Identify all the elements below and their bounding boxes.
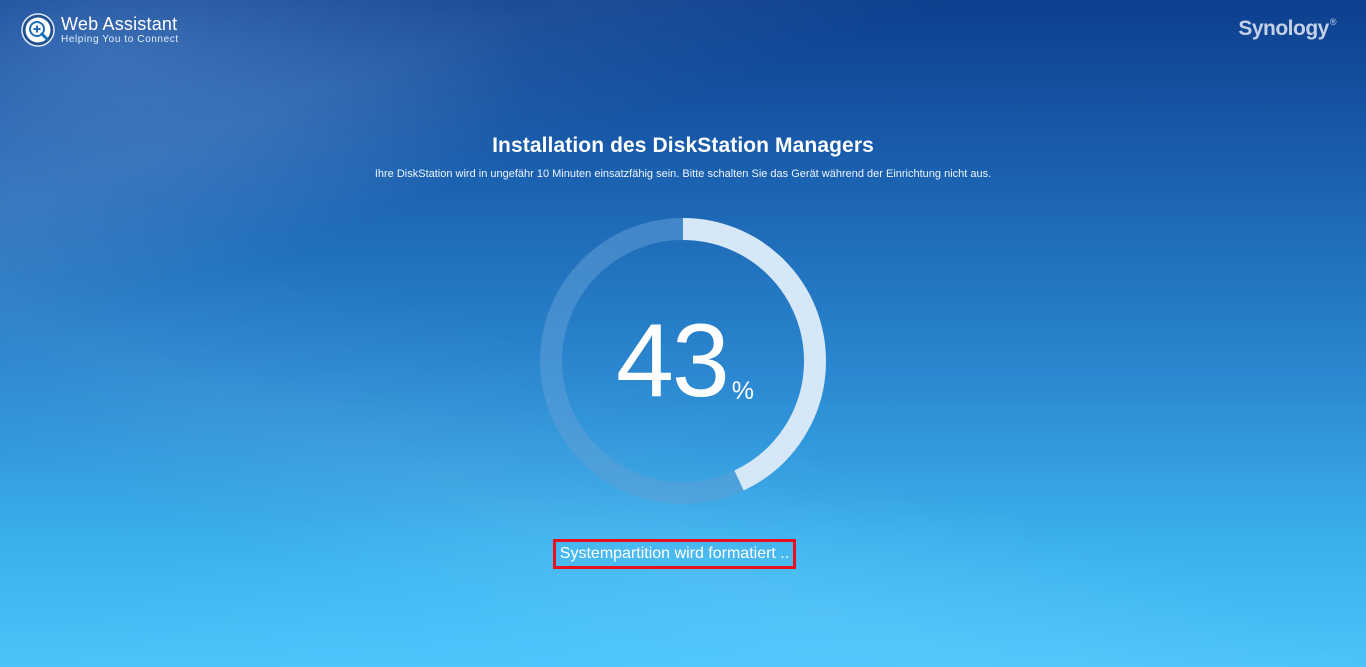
- web-assistant-logo: Web Assistant Helping You to Connect: [21, 13, 179, 47]
- status-text: Systempartition wird formatiert ..: [559, 545, 790, 562]
- brand-name: Synology: [1238, 17, 1329, 40]
- brand-registered-mark: ®: [1329, 17, 1337, 27]
- status-message: Systempartition wird formatiert ..: [553, 539, 796, 569]
- progress-unit: %: [731, 377, 754, 405]
- page-title: Installation des DiskStation Managers: [492, 134, 874, 157]
- app-subtitle: Helping You to Connect: [61, 34, 179, 45]
- progress-percent: 43 %: [540, 218, 826, 504]
- page-subtitle: Ihre DiskStation wird in ungefähr 10 Min…: [374, 168, 992, 180]
- app-title: Web Assistant: [61, 14, 178, 34]
- magnifier-plus-icon: [21, 13, 55, 47]
- synology-brand-logo: Synology®: [1238, 17, 1336, 41]
- progress-value: 43: [616, 303, 730, 419]
